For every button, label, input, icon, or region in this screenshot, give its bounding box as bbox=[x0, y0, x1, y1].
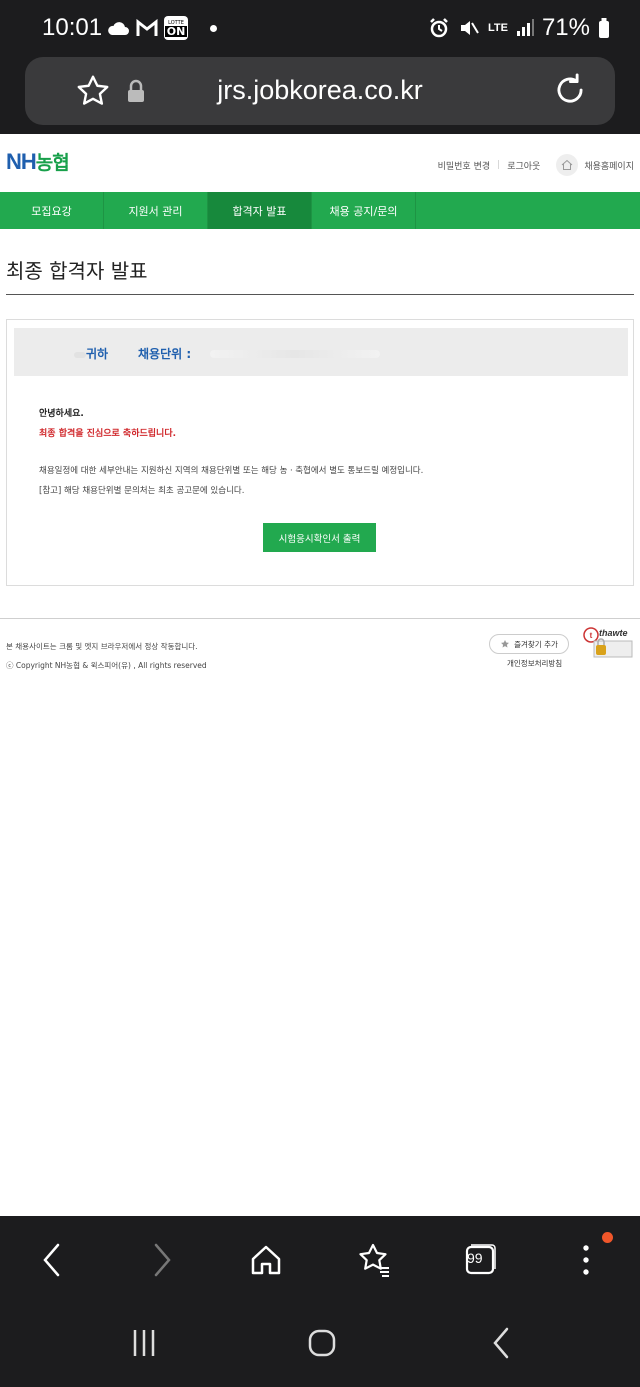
star-icon bbox=[501, 640, 510, 648]
privacy-policy-link[interactable]: 개인정보처리방침 bbox=[507, 658, 562, 669]
nav-application-manage[interactable]: 지원서 관리 bbox=[104, 192, 208, 229]
change-password-link[interactable]: 비밀번호 변경 bbox=[438, 159, 491, 172]
status-left-icons: LOTTE ON bbox=[106, 16, 217, 40]
reload-icon[interactable] bbox=[551, 71, 589, 109]
forward-icon[interactable] bbox=[140, 1238, 184, 1282]
url-bar[interactable]: jrs.jobkorea.co.kr bbox=[25, 57, 615, 125]
mute-icon bbox=[460, 21, 479, 35]
result-box: 귀하 채용단위 : 안녕하세요. 최종 합격을 진심으로 축하드립니다. 채용일… bbox=[6, 319, 634, 586]
nh-logo[interactable]: NH농협 bbox=[6, 148, 70, 175]
bookmarks-icon[interactable] bbox=[352, 1238, 396, 1282]
util-links: 비밀번호 변경 | 로그아웃 채용홈페이지 bbox=[438, 154, 634, 176]
unit-label: 채용단위 : bbox=[138, 347, 192, 361]
browser-notice: 본 채용사이트는 크롬 및 엣지 브라우저에서 정상 작동합니다. bbox=[6, 642, 198, 651]
nav-notice-inquiry[interactable]: 채용 공지/문의 bbox=[312, 192, 416, 229]
nav-recruit-guide[interactable]: 모집요강 bbox=[0, 192, 104, 229]
contact-info-text: [참고] 해당 채용단위별 문의처는 최초 공고문에 있습니다. bbox=[39, 486, 245, 496]
logo-nh: NH bbox=[6, 149, 37, 174]
notification-badge bbox=[602, 1232, 613, 1243]
add-favorite-button[interactable]: 즐겨찾기 추가 bbox=[489, 634, 569, 654]
redacted-name bbox=[74, 352, 86, 358]
logo-kr: 농협 bbox=[35, 153, 70, 174]
system-back-icon[interactable] bbox=[480, 1321, 524, 1365]
browser-top-chrome: 10:01 LOTTE ON LTE 71% jrs.jobkorea.co.k… bbox=[0, 0, 640, 134]
lotte-on-badge: LOTTE ON bbox=[164, 16, 188, 40]
cloud-icon bbox=[108, 22, 129, 35]
lotte-badge-bottom: ON bbox=[164, 24, 188, 38]
logout-link[interactable]: 로그아웃 bbox=[507, 159, 540, 172]
home-button-icon[interactable] bbox=[300, 1321, 344, 1365]
alarm-icon bbox=[430, 18, 448, 38]
status-right: LTE 71% bbox=[428, 14, 610, 42]
battery-percent: 71% bbox=[541, 14, 590, 41]
honor-label: 귀하 bbox=[86, 347, 109, 361]
site-header: NH농협 비밀번호 변경 | 로그아웃 채용홈페이지 bbox=[0, 134, 640, 192]
divider: | bbox=[497, 160, 501, 170]
back-icon[interactable] bbox=[30, 1238, 74, 1282]
greeting-text: 안녕하세요. bbox=[39, 409, 84, 419]
home-icon[interactable] bbox=[556, 154, 579, 176]
main-nav: 모집요강 지원서 관리 합격자 발표 채용 공지/문의 bbox=[0, 192, 640, 229]
tab-count: 99 bbox=[467, 1250, 483, 1266]
svg-text:t: t bbox=[590, 631, 593, 640]
home-icon[interactable] bbox=[244, 1238, 288, 1282]
url-text[interactable]: jrs.jobkorea.co.kr bbox=[25, 75, 615, 106]
copyright: ⓒ Copyright NH농협 & 윅스피어(유) , All rights … bbox=[6, 661, 207, 670]
recents-icon[interactable] bbox=[122, 1321, 166, 1365]
system-nav-bar bbox=[0, 1301, 640, 1387]
thawte-label: thawte bbox=[599, 628, 628, 638]
add-favorite-label: 즐겨찾기 추가 bbox=[514, 639, 558, 649]
thawte-seal[interactable]: t thawte bbox=[582, 627, 634, 659]
tabs-icon[interactable]: 99 bbox=[458, 1238, 502, 1282]
recruit-home-link[interactable]: 채용홈페이지 bbox=[584, 159, 634, 172]
divider bbox=[0, 618, 640, 619]
status-bar: 10:01 LOTTE ON LTE 71% bbox=[0, 0, 640, 60]
network-label: LTE bbox=[487, 22, 508, 34]
signal-icon bbox=[516, 19, 534, 36]
notification-dot-icon bbox=[210, 24, 217, 32]
battery-icon bbox=[599, 18, 609, 38]
gmail-icon bbox=[136, 19, 158, 36]
status-time: 10:01 bbox=[42, 14, 103, 41]
nav-result-announce[interactable]: 합격자 발표 bbox=[208, 192, 312, 229]
print-certificate-button[interactable]: 시험응시확인서 출력 bbox=[263, 523, 376, 552]
redacted-unit bbox=[210, 350, 380, 358]
applicant-info-bar: 귀하 채용단위 : bbox=[14, 328, 628, 376]
divider bbox=[6, 294, 634, 295]
schedule-info-text: 채용일정에 대한 세부안내는 지원하신 지역의 채용단위별 또는 해당 농ㆍ축협… bbox=[39, 466, 424, 476]
browser-toolbar: 99 bbox=[0, 1216, 640, 1301]
page-title: 최종 합격자 발표 bbox=[6, 259, 148, 283]
congrats-text: 최종 합격을 진심으로 축하드립니다. bbox=[39, 429, 177, 439]
menu-icon[interactable] bbox=[564, 1238, 608, 1282]
